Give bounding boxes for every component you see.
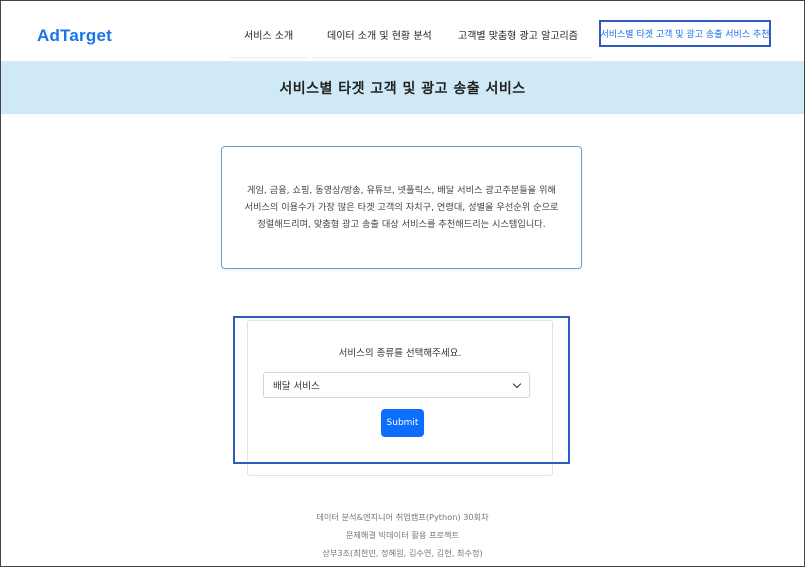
intro-line: 정렬해드리며, 맞춤형 광고 송출 대상 서비스를 추천해드리는 시스템입니다.	[257, 219, 546, 230]
footer-line: 데이터 분석&엔지니어 취업캠프(Python) 30회차	[316, 512, 489, 522]
footer-line: 상부3조(최현민, 정혜원, 김수연, 김현, 최수정)	[322, 548, 483, 558]
brand-logo[interactable]: AdTarget	[37, 26, 112, 46]
footer-line: 문제해결 빅데이터 활용 프로젝트	[345, 530, 460, 540]
page-title: 서비스별 타겟 고객 및 광고 송출 서비스	[279, 81, 526, 97]
nav-item-ad-algorithm[interactable]: 고객별 맞춤형 광고 알고리즘	[444, 27, 592, 58]
navbar: AdTarget 서비스 소개 데이터 소개 및 현황 분석 고객별 맞춤형 광…	[1, 1, 804, 62]
footer: 데이터 분석&엔지니어 취업캠프(Python) 30회차 문제해결 빅데이터 …	[0, 508, 805, 562]
form-highlight-box	[233, 316, 570, 464]
nav-item-data-analysis[interactable]: 데이터 소개 및 현황 분석	[313, 27, 446, 58]
nav-item-target-recommend[interactable]: 서비스별 타겟 고객 및 광고 송출 서비스 추천	[599, 20, 771, 47]
intro-line: 서비스의 이용수가 가장 많은 타겟 고객의 자치구, 연령대, 성별을 우선순…	[244, 202, 559, 213]
intro-card: 게임, 금융, 쇼핑, 동영상/방송, 유튜브, 넷플릭스, 배달 서비스 광고…	[221, 146, 582, 269]
intro-line: 게임, 금융, 쇼핑, 동영상/방송, 유튜브, 넷플릭스, 배달 서비스 광고…	[247, 185, 556, 196]
hero-banner: 서비스별 타겟 고객 및 광고 송출 서비스	[1, 62, 804, 114]
nav-item-service-intro[interactable]: 서비스 소개	[229, 27, 308, 58]
